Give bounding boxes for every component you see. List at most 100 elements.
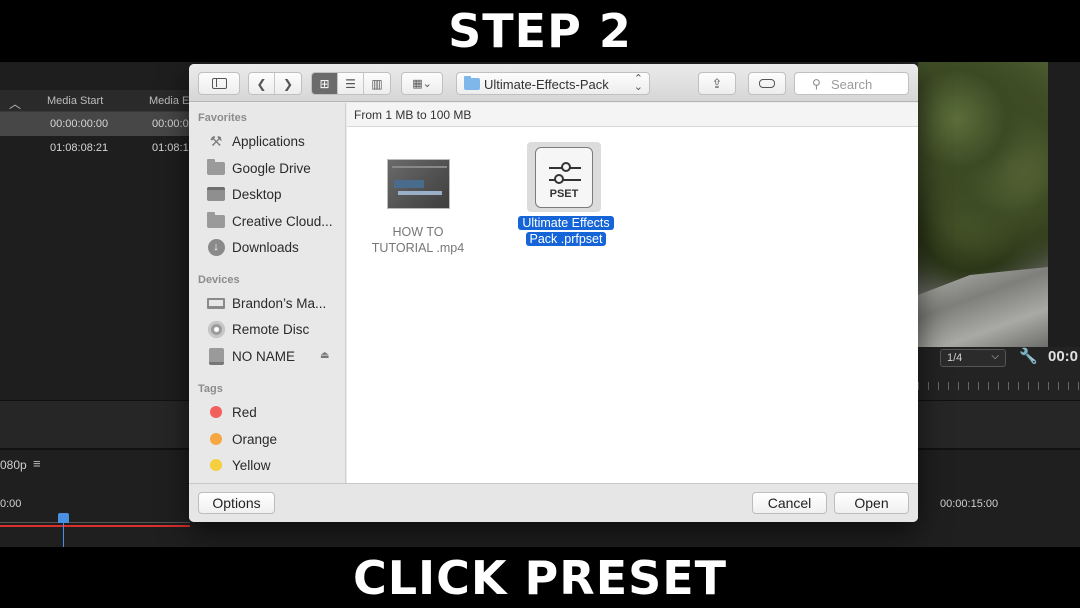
sidebar-item-brandons-mac[interactable]: Brandon’s Ma...: [206, 292, 326, 314]
sidebar-item-remote-disc[interactable]: Remote Disc: [206, 318, 309, 340]
dialog-footer: Options Cancel Open: [189, 483, 918, 522]
list-view-button[interactable]: ☰: [338, 73, 364, 94]
sidebar-item-no-name[interactable]: NO NAME ⏏: [206, 345, 346, 367]
icon-view-button[interactable]: ⊞: [312, 73, 338, 94]
red-tag-icon: [206, 404, 226, 420]
search-icon: ⚲: [812, 77, 821, 91]
sidebar-item-google-drive[interactable]: Google Drive: [206, 157, 311, 179]
timeline-time-right: 00:00:15:00: [940, 498, 999, 510]
sidebar-item-label: Yellow: [232, 457, 271, 473]
open-button[interactable]: Open: [834, 492, 909, 514]
file-name-selected: Ultimate Effects Pack .prfpset: [512, 215, 620, 247]
sidebar-item-label: NO NAME: [232, 348, 296, 364]
downloads-icon: ↓: [206, 238, 226, 256]
path-label: Ultimate-Effects-Pack: [484, 77, 609, 92]
sequence-label: 080p: [0, 458, 27, 472]
eject-icon[interactable]: ⏏: [320, 350, 329, 361]
nav-back-forward: ❮ ❯: [248, 72, 302, 95]
caption-bottom: CLICK PRESET: [352, 550, 728, 605]
sidebar-item-label: Brandon’s Ma...: [232, 295, 327, 311]
open-file-dialog: ❮ ❯ ⊞ ☰ ▥ ▦⌄ Ultimate-Effects-Pack ⌃ ⌄ ⇪ …: [189, 64, 918, 522]
project-panel-header: ︿ Media Start Media E: [0, 90, 200, 112]
sidebar-item-tag-orange[interactable]: Orange: [206, 428, 277, 450]
sidebar-item-label: Remote Disc: [232, 321, 310, 337]
project-row[interactable]: 00:00:00:00 00:00:0: [0, 112, 200, 136]
video-thumbnail: [387, 159, 450, 209]
sidebar-item-label: Google Drive: [232, 160, 311, 176]
view-mode-group: ⊞ ☰ ▥: [311, 72, 391, 95]
sidebar-item-label: Downloads: [232, 239, 299, 255]
arrange-button[interactable]: ▦⌄: [401, 72, 443, 95]
sidebar-item-label: Red: [232, 404, 257, 420]
project-row[interactable]: 01:08:08:21 01:08:1: [0, 136, 200, 160]
cancel-button[interactable]: Cancel: [752, 492, 827, 514]
sidebar-item-label: Applications: [232, 133, 305, 149]
zoom-value: 1/4: [947, 352, 963, 364]
media-end-cell: 00:00:0: [152, 118, 189, 130]
grid-icon: ⊞: [319, 76, 330, 91]
path-popup[interactable]: Ultimate-Effects-Pack ⌃ ⌄: [456, 72, 650, 95]
project-panel: ︿ Media Start Media E 00:00:00:00 00:00:…: [0, 62, 200, 400]
forward-button[interactable]: ❯: [275, 73, 301, 94]
orange-tag-icon: [206, 431, 226, 447]
list-icon: ☰: [345, 76, 356, 91]
chevron-down-icon: ⌵: [991, 351, 999, 362]
monitor-ruler: [918, 382, 1080, 390]
sidebar-item-creative-cloud[interactable]: Creative Cloud...: [206, 210, 333, 232]
share-icon: ⇪: [711, 75, 723, 91]
sidebar-toggle-button[interactable]: [198, 72, 240, 95]
caption-bottom-bar: CLICK PRESET: [0, 547, 1080, 608]
media-end-cell: 01:08:1: [152, 142, 189, 154]
caption-top-bar: STEP 2: [0, 0, 1080, 62]
media-start-cell: 00:00:00:00: [50, 118, 109, 130]
sidebar-item-applications[interactable]: ⚒ Applications: [206, 130, 305, 152]
sidebar-item-downloads[interactable]: ↓ Downloads: [206, 236, 299, 258]
wrench-icon[interactable]: 🔧: [1019, 347, 1038, 365]
column-view-button[interactable]: ▥: [364, 73, 390, 94]
caption-top: STEP 2: [448, 4, 632, 58]
yellow-tag-icon: [206, 457, 226, 473]
tag-button[interactable]: [748, 72, 786, 95]
column-media-end[interactable]: Media E: [149, 95, 189, 107]
laptop-icon: [206, 295, 226, 311]
arrange-icon: ▦⌄: [412, 78, 432, 90]
drive-icon: [206, 347, 226, 365]
share-button[interactable]: ⇪: [698, 72, 736, 95]
preset-icon-label: PSET: [549, 188, 579, 200]
sidebar-item-tag-yellow[interactable]: Yellow: [206, 454, 271, 476]
chevron-updown-icon: ⌃ ⌄: [633, 73, 643, 93]
chevron-left-icon: ❮: [256, 76, 267, 91]
folder-icon: [206, 158, 226, 176]
sidebar-item-label: Creative Cloud...: [232, 213, 333, 229]
file-name: HOW TO TUTORIAL .mp4: [371, 225, 465, 255]
chevron-up-icon[interactable]: ︿: [9, 95, 21, 112]
sidebar-item-tag-red[interactable]: Red: [206, 401, 257, 423]
back-button[interactable]: ❮: [249, 73, 275, 94]
hamburger-menu-icon[interactable]: ≡: [33, 456, 41, 471]
column-media-start[interactable]: Media Start: [47, 95, 103, 107]
folder-icon: [206, 211, 226, 229]
sidebar-icon: [211, 78, 227, 89]
options-button[interactable]: Options: [198, 492, 275, 514]
applications-icon: ⚒: [209, 132, 223, 149]
playhead-handle[interactable]: [58, 513, 69, 523]
sidebar-item-desktop[interactable]: Desktop: [206, 183, 282, 205]
dialog-toolbar: ❮ ❯ ⊞ ☰ ▥ ▦⌄ Ultimate-Effects-Pack ⌃ ⌄ ⇪ …: [189, 64, 918, 102]
columns-icon: ▥: [371, 76, 383, 91]
folder-icon: [464, 76, 480, 90]
program-monitor-edge: [1048, 62, 1080, 347]
dialog-sidebar: Favorites ⚒ Applications Google Drive De…: [189, 103, 346, 483]
timeline-ruler: [0, 522, 190, 523]
search-field[interactable]: ⚲ Search: [794, 72, 909, 95]
tag-icon: [759, 79, 775, 88]
search-placeholder: Search: [831, 77, 873, 92]
favorites-heading: Favorites: [198, 112, 247, 124]
file-browser-content: From 1 MB to 100 MB HOW TO TUTORIAL .mp4…: [347, 103, 918, 483]
chevron-right-icon: ❯: [282, 76, 294, 91]
program-timecode: 00:0: [1048, 348, 1079, 365]
work-area-bar: [0, 525, 190, 527]
zoom-select[interactable]: 1/4 ⌵: [940, 349, 1006, 367]
disc-icon: [206, 320, 226, 338]
media-start-cell: 01:08:08:21: [50, 142, 109, 154]
timeline-time-left: 0:00: [0, 498, 22, 510]
